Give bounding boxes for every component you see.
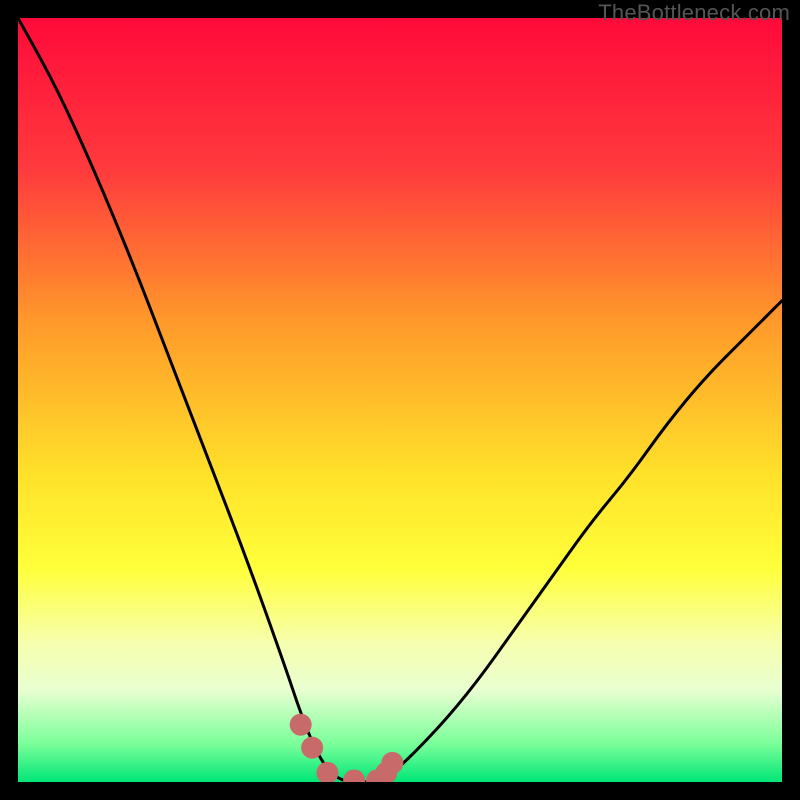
minimum-dot	[301, 737, 323, 759]
minimum-dot	[381, 752, 403, 774]
chart-background	[18, 18, 782, 782]
chart-frame	[18, 18, 782, 782]
attribution-text: TheBottleneck.com	[598, 0, 790, 26]
chart-svg	[18, 18, 782, 782]
minimum-dot	[290, 714, 312, 736]
